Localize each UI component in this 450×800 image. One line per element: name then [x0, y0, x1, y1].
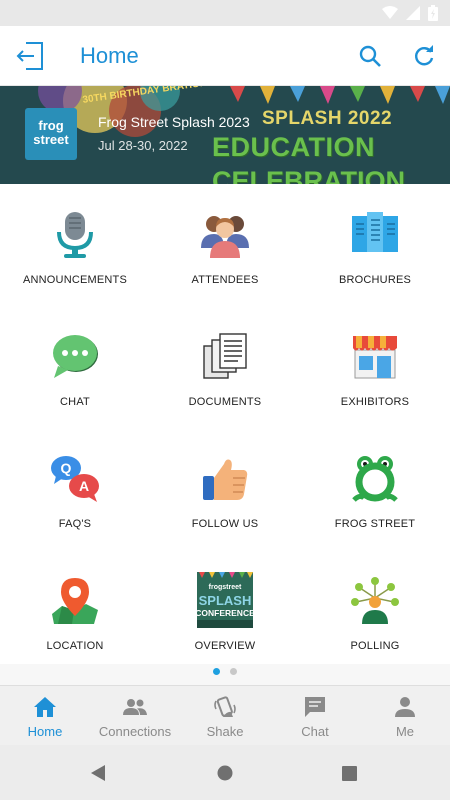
- page-dot-active[interactable]: [213, 668, 220, 675]
- tile-label: BROCHURES: [338, 274, 412, 286]
- thumbs-up-icon: [203, 459, 248, 500]
- tile-label: FAQ'S: [58, 518, 92, 530]
- tile-faqs[interactable]: Q A FAQ'S: [0, 428, 150, 550]
- microphone-icon: [57, 212, 93, 258]
- event-title: Frog Street Splash 2023: [98, 114, 250, 130]
- storefront-icon: [353, 336, 397, 379]
- status-bar: [0, 0, 450, 26]
- nav-chat[interactable]: Chat: [270, 686, 360, 746]
- people-icon: [201, 216, 249, 258]
- polling-network-icon: [351, 577, 399, 624]
- nav-label: Chat: [301, 724, 329, 739]
- map-pin-icon: [52, 578, 98, 624]
- system-navigation-bar: [0, 745, 450, 800]
- event-dates: Jul 28-30, 2022: [98, 138, 188, 153]
- nav-home[interactable]: Home: [0, 686, 90, 746]
- tile-label: FOLLOW US: [191, 518, 259, 530]
- bottom-navigation: Home Connections Shake Chat Me: [0, 685, 450, 745]
- tile-announcements[interactable]: ANNOUNCEMENTS: [0, 184, 150, 306]
- refresh-icon[interactable]: [412, 44, 436, 68]
- svg-text:A: A: [79, 478, 89, 494]
- back-triangle-icon[interactable]: [90, 764, 106, 782]
- feature-grid: ANNOUNCEMENTS ATTENDEES BROCHURES CHAT D…: [0, 184, 450, 664]
- nav-connections[interactable]: Connections: [90, 686, 180, 746]
- tile-exhibitors[interactable]: EXHIBITORS: [300, 306, 450, 428]
- exit-icon[interactable]: [16, 40, 46, 72]
- overview-conference-text: CONFERENCE: [197, 608, 253, 618]
- tile-polling[interactable]: POLLING: [300, 550, 450, 672]
- tile-label: CHAT: [60, 396, 90, 408]
- nav-label: Me: [395, 724, 415, 739]
- shake-icon: [214, 696, 236, 717]
- banner-education-text: EDUCATION: [212, 132, 375, 162]
- tile-brochures[interactable]: BROCHURES: [300, 184, 450, 306]
- svg-text:Q: Q: [61, 460, 72, 476]
- tile-label: DOCUMENTS: [188, 396, 262, 408]
- tile-location[interactable]: LOCATION: [0, 550, 150, 672]
- tile-label: ATTENDEES: [191, 274, 259, 286]
- home-circle-icon[interactable]: [217, 765, 233, 781]
- frog-street-logo: frog street: [25, 108, 77, 160]
- qa-bubbles-icon: Q A: [51, 456, 99, 502]
- recents-square-icon[interactable]: [342, 766, 357, 781]
- tile-label: POLLING: [350, 640, 400, 652]
- tile-chat[interactable]: CHAT: [0, 306, 150, 428]
- person-icon: [395, 697, 415, 717]
- home-icon: [34, 697, 56, 717]
- connections-icon: [123, 699, 147, 715]
- banner-splash-text: SPLASH 2022: [262, 108, 393, 129]
- nav-me[interactable]: Me: [360, 686, 450, 746]
- logo-text: frog street: [33, 118, 69, 147]
- splash-conference-icon: frogstreet SPLASH CONFERENCE: [197, 572, 253, 628]
- documents-icon: [203, 333, 247, 379]
- event-banner[interactable]: 30TH BIRTHDAY BRATION! SPLASH 2022 EDUCA…: [0, 86, 450, 184]
- signal-icon: [406, 6, 420, 20]
- nav-label: Home: [27, 724, 63, 739]
- page-title: Home: [80, 43, 139, 68]
- page-dot[interactable]: [230, 668, 237, 675]
- frog-icon: [352, 456, 398, 502]
- tile-label: OVERVIEW: [194, 640, 256, 652]
- tile-label: EXHIBITORS: [340, 396, 410, 408]
- search-icon[interactable]: [358, 44, 382, 68]
- tile-follow-us[interactable]: FOLLOW US: [150, 428, 300, 550]
- tile-label: FROG STREET: [334, 518, 416, 530]
- nav-label: Connections: [98, 724, 172, 739]
- wifi-icon: [382, 6, 398, 19]
- banner-celebration-text: CELEBRATION: [212, 166, 405, 184]
- tile-documents[interactable]: DOCUMENTS: [150, 306, 300, 428]
- nav-shake[interactable]: Shake: [180, 686, 270, 746]
- tile-frog-street[interactable]: FROG STREET: [300, 428, 450, 550]
- tile-overview[interactable]: frogstreet SPLASH CONFERENCE OVERVIEW: [150, 550, 300, 672]
- chat-bubble-icon: [53, 335, 98, 378]
- tile-label: ANNOUNCEMENTS: [22, 274, 128, 286]
- overview-brand-text: frogstreet: [209, 584, 242, 591]
- tile-attendees[interactable]: ATTENDEES: [150, 184, 300, 306]
- brochure-icon: [352, 212, 398, 252]
- chat-icon: [305, 697, 325, 717]
- overview-splash-text: SPLASH: [199, 593, 252, 608]
- app-bar: Home: [0, 26, 450, 86]
- nav-label: Shake: [206, 724, 244, 739]
- tile-label: LOCATION: [46, 640, 104, 652]
- battery-icon: [428, 5, 438, 21]
- page-indicator: [0, 668, 450, 678]
